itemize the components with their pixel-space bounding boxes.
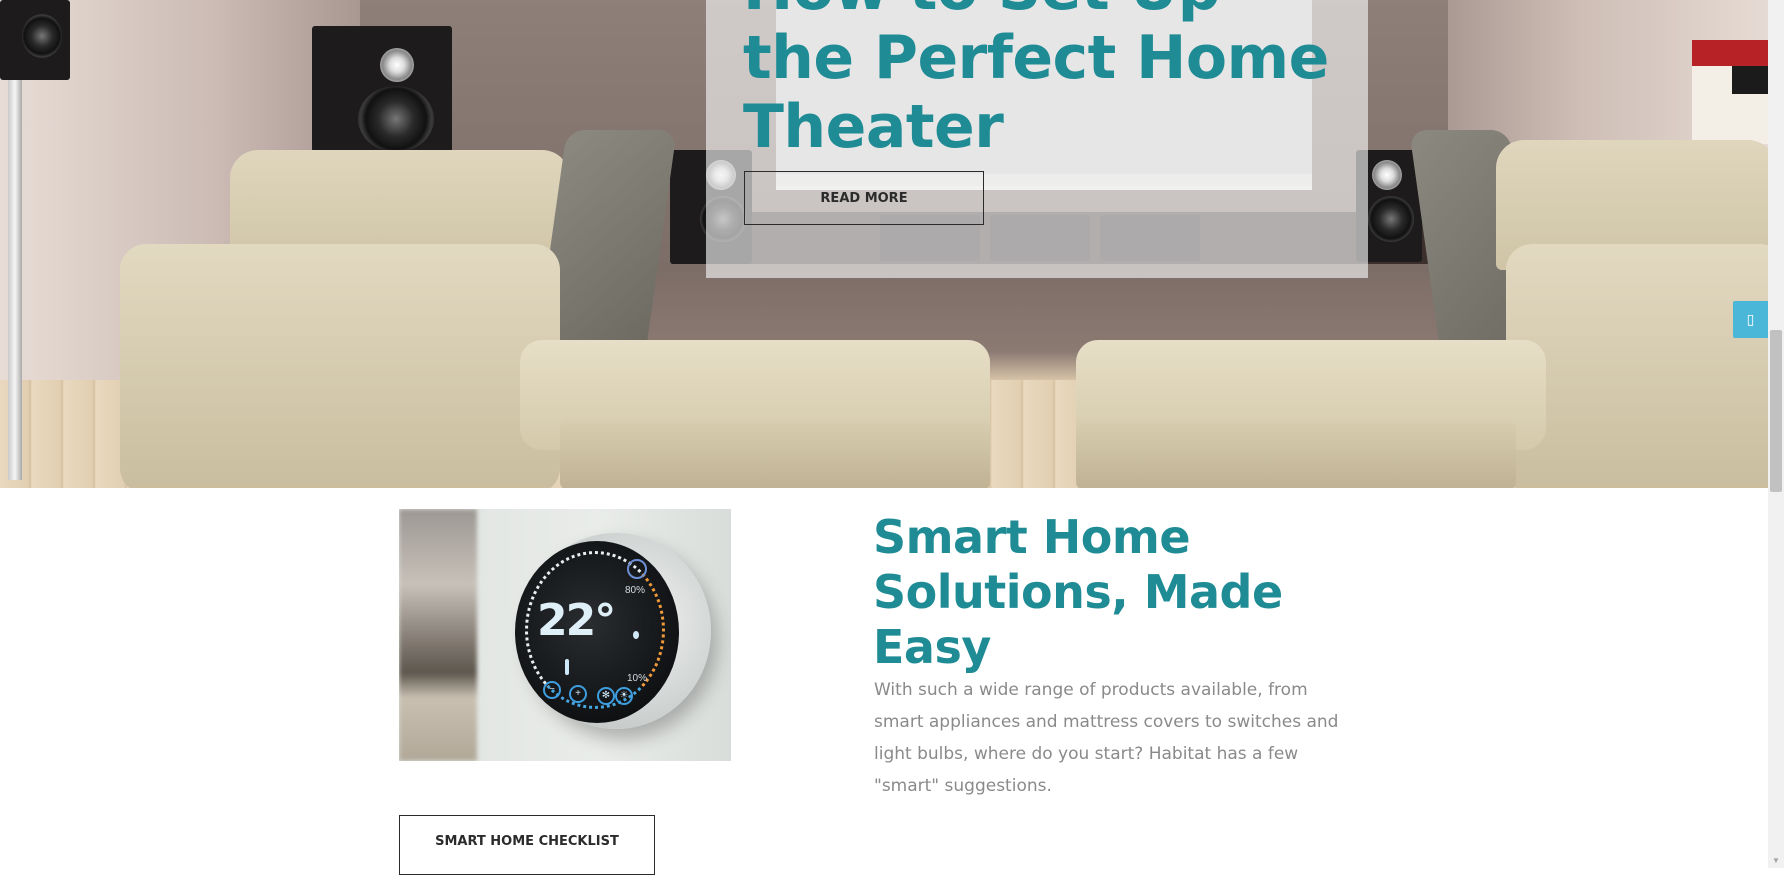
smart-home-description: With such a wide range of products avail… <box>874 680 1339 796</box>
speaker-stand-left <box>8 80 22 480</box>
square-icon: ▯ <box>1746 311 1755 327</box>
thermostat-minus-icon: − <box>543 681 561 699</box>
speaker-left-top <box>0 0 70 80</box>
decor-black-box <box>1732 66 1768 94</box>
decor-red-box <box>1692 40 1768 66</box>
speaker-cone <box>22 14 62 58</box>
side-tab-button[interactable]: ▯ <box>1733 301 1768 338</box>
thermostat-humidity-high: 80% <box>625 585 646 596</box>
speaker-tweeter <box>380 48 414 82</box>
scroll-down-arrow-icon[interactable]: ▼ <box>1768 854 1784 868</box>
sofa-arm <box>120 244 560 488</box>
thermostat-fan-icon <box>627 559 647 579</box>
thermostat-image-background <box>399 509 477 761</box>
thermostat-display: 80% 22° 10% − + ✻ ☀ <box>515 541 679 723</box>
thermostat-thermometer-icon <box>565 659 569 675</box>
thermostat-drop-icon <box>633 631 639 639</box>
shelf-decor-right <box>1692 40 1768 144</box>
sofa-base <box>1076 420 1516 488</box>
sofa-base <box>560 420 990 488</box>
scrollbar[interactable]: ▼ <box>1768 0 1784 868</box>
scrollbar-thumb[interactable] <box>1770 330 1782 492</box>
thermostat-sun-icon: ☀ <box>615 687 633 705</box>
thermostat-plus-icon: + <box>569 685 587 703</box>
thermostat-snowflake-icon: ✻ <box>597 687 615 705</box>
smart-home-checklist-button[interactable]: SMART HOME CHECKLIST <box>399 815 655 875</box>
smart-home-title: Smart Home Solutions, Made Easy <box>873 510 1283 674</box>
hero-title: How to Set Up the Perfect Home Theater <box>743 0 1329 162</box>
read-more-button[interactable]: READ MORE <box>744 171 984 225</box>
thermostat-temperature: 22° <box>537 595 616 646</box>
thermostat-image: 80% 22° 10% − + ✻ ☀ <box>399 509 731 761</box>
thermostat-humidity-low: 10% <box>627 673 648 684</box>
